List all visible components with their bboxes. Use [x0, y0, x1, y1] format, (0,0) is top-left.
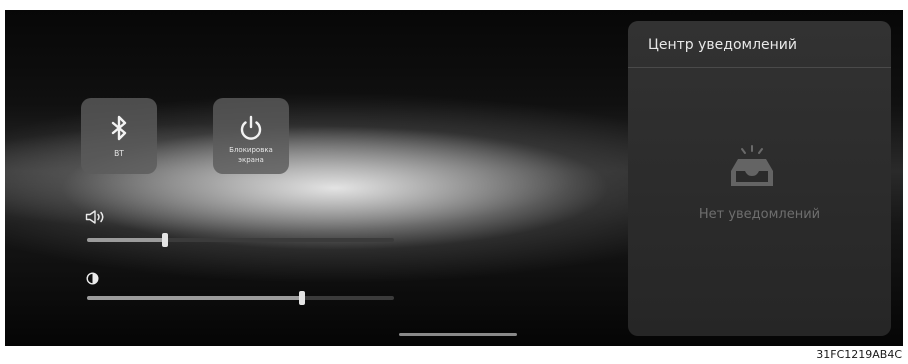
- home-indicator-bar[interactable]: [399, 333, 517, 336]
- volume-slider-fill: [87, 238, 166, 242]
- device-id-label: 31FC1219AB4C: [816, 348, 902, 361]
- brightness-slider[interactable]: [87, 291, 394, 305]
- notification-center-title: Центр уведомлений: [648, 37, 797, 53]
- empty-notifications-text: Нет уведомлений: [698, 207, 821, 222]
- volume-slider-thumb[interactable]: [162, 233, 169, 247]
- brightness-icon: [86, 272, 99, 285]
- bluetooth-toggle-label: BT: [114, 149, 124, 158]
- notification-center-panel: Центр уведомлений Нет уведомлений: [628, 21, 891, 336]
- empty-inbox-icon: [731, 145, 773, 186]
- lock-screen-button[interactable]: Блокировка экрана: [213, 98, 289, 174]
- volume-slider[interactable]: [87, 233, 394, 247]
- brightness-slider-thumb[interactable]: [298, 291, 305, 305]
- bluetooth-icon: [111, 115, 127, 141]
- brightness-slider-fill: [87, 296, 302, 300]
- lock-screen-label: Блокировка экрана: [229, 146, 273, 164]
- notification-center-divider: [628, 67, 891, 68]
- volume-icon: [85, 210, 104, 224]
- control-center-screen: BT Блокировка экрана Центр уведомлений Н…: [5, 10, 903, 346]
- bluetooth-toggle-button[interactable]: BT: [81, 98, 157, 174]
- power-icon: [240, 115, 262, 140]
